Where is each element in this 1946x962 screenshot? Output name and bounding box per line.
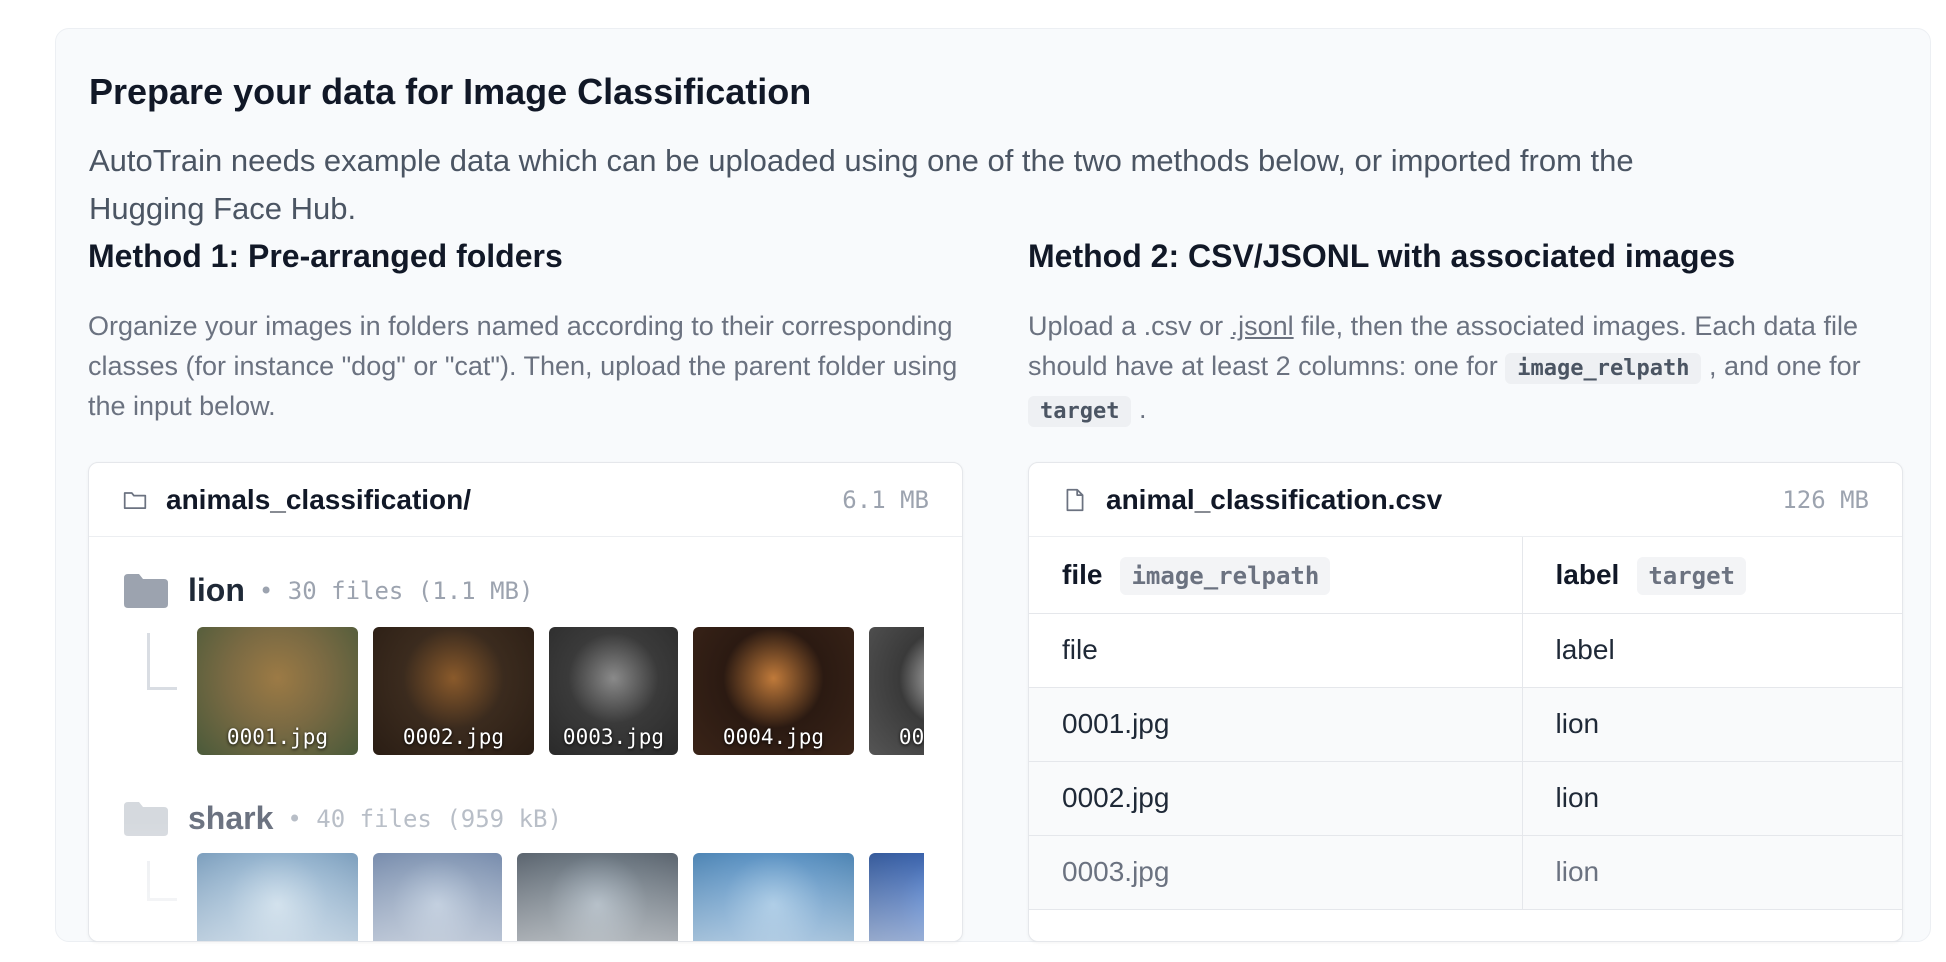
thumbnail-caption: 0001.jpg — [226, 725, 329, 749]
folder-outline-icon — [122, 487, 148, 513]
desc-text: . — [1131, 394, 1147, 424]
table-cell: lion — [1522, 835, 1902, 910]
page-title: Prepare your data for Image Classificati… — [89, 71, 812, 112]
root-folder-name: animals_classification/ — [166, 483, 472, 515]
file-icon — [1062, 487, 1088, 513]
table-header-row: file image_relpath label target — [1029, 537, 1902, 614]
desc-text: Upload a .csv or — [1028, 311, 1231, 341]
thumbnail[interactable] — [869, 853, 924, 941]
code-image-relpath: image_relpath — [1505, 353, 1702, 384]
folder-row-shark: shark • 40 files (959 kB) — [124, 800, 562, 837]
tree-connector — [147, 861, 177, 901]
thumbnail[interactable]: 0003.jpg — [549, 627, 678, 755]
page-subtitle: AutoTrain needs example data which can b… — [89, 143, 1634, 226]
method2-section: Method 2: CSV/JSONL with associated imag… — [1028, 238, 1903, 432]
thumbnail[interactable]: 0001.jpg — [197, 627, 358, 755]
table-cell: 0001.jpg — [1029, 687, 1523, 762]
csv-preview-card: animal_classification.csv 126 MB file ima… — [1028, 462, 1903, 942]
table-row: 0003.jpg lion — [1029, 835, 1902, 910]
csv-file-name: animal_classification.csv — [1106, 483, 1443, 515]
column-name: label — [1555, 558, 1620, 590]
root-folder-size: 6.1 MB — [842, 485, 929, 514]
method2-description: Upload a .csv or .jsonl file, then the a… — [1028, 306, 1903, 432]
thumbnail-caption: 0003.jpg — [562, 725, 665, 749]
csv-table: file image_relpath label target file label… — [1029, 537, 1902, 910]
thumbnail[interactable]: 0005.jpg — [869, 627, 924, 755]
folder-icon — [124, 573, 168, 608]
table-row: 0002.jpg lion — [1029, 761, 1902, 836]
column-tag: target — [1637, 556, 1747, 595]
column-header: label target — [1522, 537, 1902, 614]
method2-title: Method 2: CSV/JSONL with associated imag… — [1028, 238, 1736, 274]
table-row: file label — [1029, 613, 1902, 688]
desc-text: , and one for — [1701, 351, 1861, 381]
thumbnail[interactable] — [517, 853, 678, 941]
thumbnail-strip-shark — [197, 853, 924, 941]
thumbnail[interactable]: 0004.jpg — [693, 627, 854, 755]
tree-connector — [147, 633, 177, 690]
thumbnail-caption: 0005.jpg — [898, 725, 924, 749]
folder-name: lion — [188, 572, 245, 608]
thumbnail[interactable] — [693, 853, 854, 941]
table-cell: 0003.jpg — [1029, 835, 1523, 910]
folder-row-lion: lion • 30 files (1.1 MB) — [124, 572, 533, 609]
thumbnail-caption: 0002.jpg — [402, 725, 505, 749]
thumbnail[interactable] — [373, 853, 502, 941]
thumbnail-caption: 0004.jpg — [722, 725, 825, 749]
method1-title: Method 1: Pre-arranged folders — [88, 238, 563, 274]
table-cell: label — [1522, 613, 1902, 688]
folder-meta: • 30 files (1.1 MB) — [258, 576, 534, 605]
csv-card-header: animal_classification.csv 126 MB — [1029, 463, 1902, 537]
table-cell: 0002.jpg — [1029, 761, 1523, 836]
folder-meta: • 40 files (959 kB) — [287, 804, 562, 833]
column-name: file — [1062, 558, 1103, 590]
folder-card-header: animals_classification/ 6.1 MB — [89, 463, 962, 537]
table-cell: file — [1029, 613, 1523, 688]
folder-icon — [124, 801, 168, 836]
table-row: 0001.jpg lion — [1029, 687, 1902, 762]
column-header: file image_relpath — [1029, 537, 1523, 614]
method1-description: Organize your images in folders named ac… — [88, 311, 958, 421]
thumbnail-strip-lion: 0001.jpg 0002.jpg 0003.jpg 0004.jpg 0005… — [197, 627, 924, 757]
thumbnail[interactable]: 0002.jpg — [373, 627, 534, 755]
column-tag: image_relpath — [1120, 556, 1331, 595]
jsonl-link[interactable]: .jsonl — [1231, 311, 1294, 341]
folder-preview-card: animals_classification/ 6.1 MB lion • 30… — [88, 462, 963, 942]
folder-name: shark — [188, 800, 274, 836]
thumbnail[interactable] — [197, 853, 358, 941]
method1-section: Method 1: Pre-arranged folders Organize … — [88, 238, 963, 426]
code-target: target — [1028, 396, 1132, 427]
csv-file-size: 126 MB — [1782, 485, 1869, 514]
table-cell: lion — [1522, 687, 1902, 762]
table-cell: lion — [1522, 761, 1902, 836]
